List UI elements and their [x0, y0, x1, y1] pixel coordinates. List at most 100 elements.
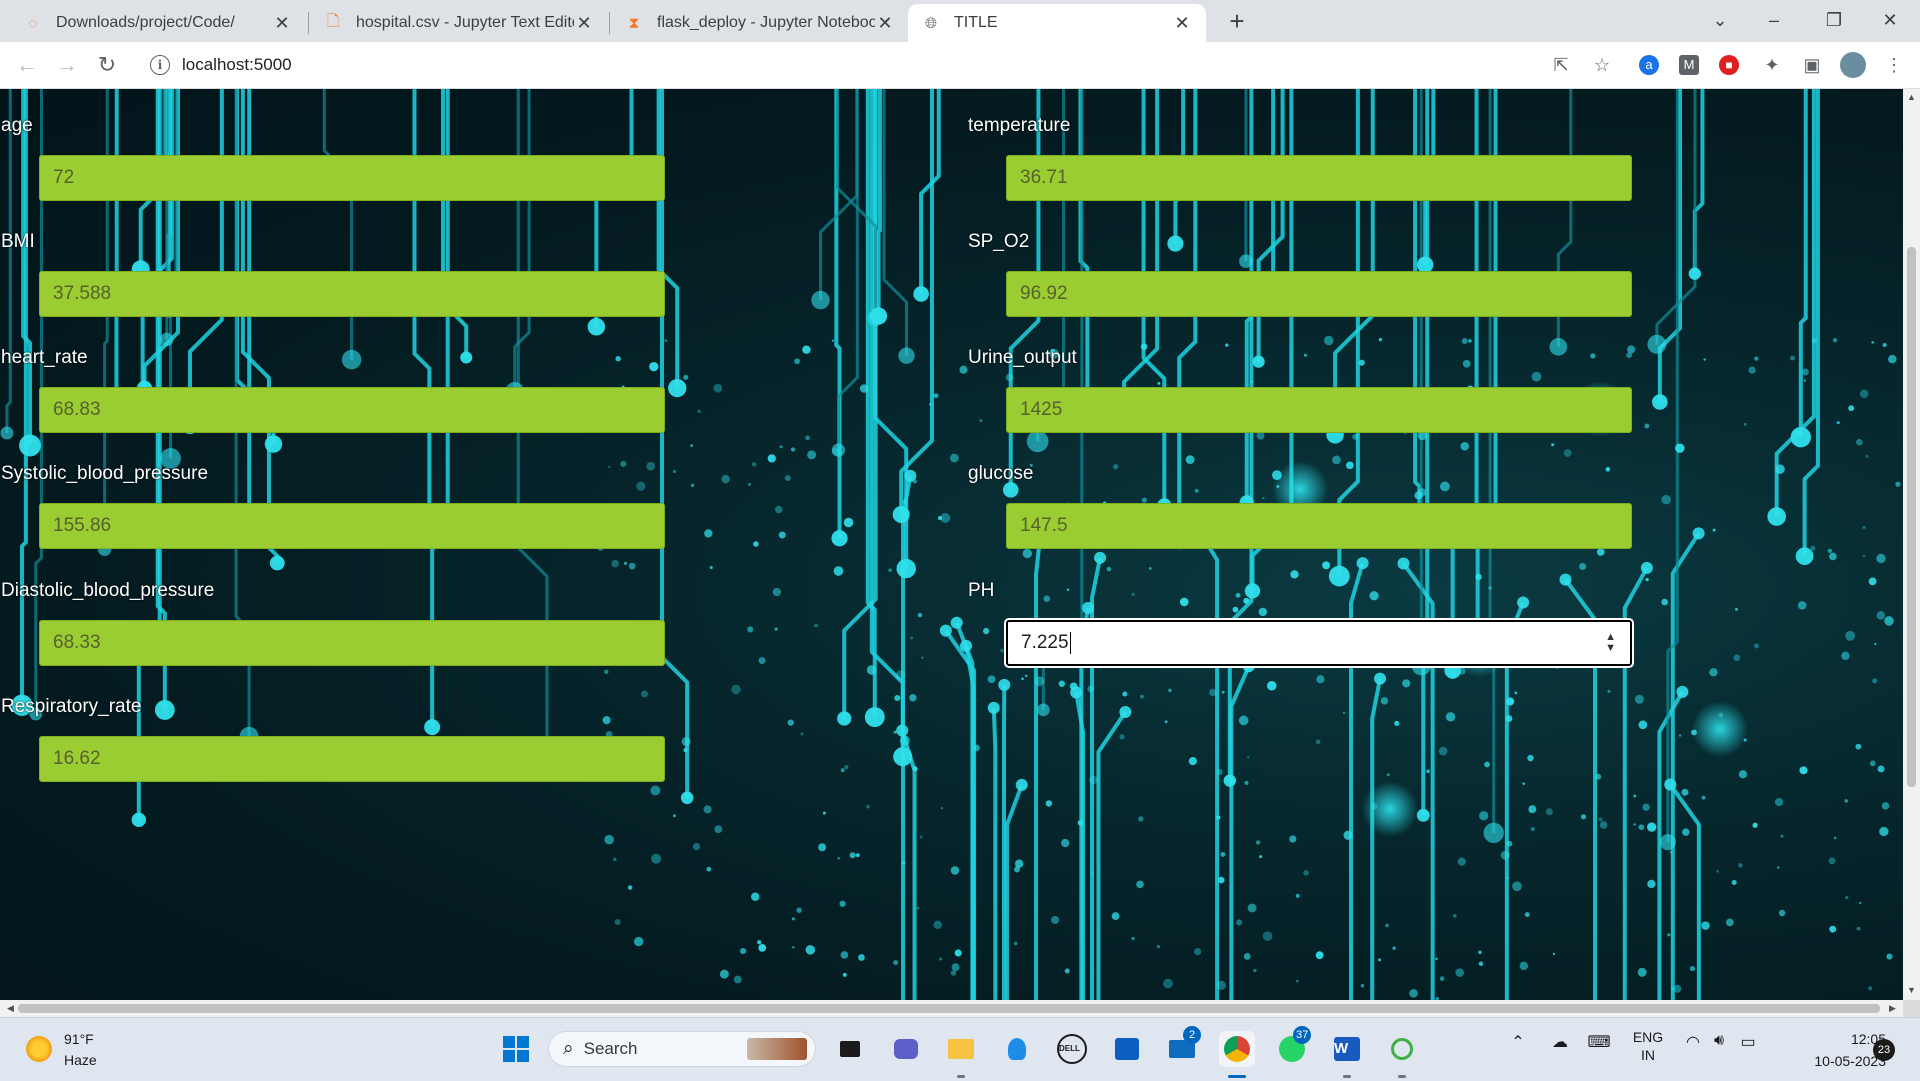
active-app-indicator — [1228, 1075, 1246, 1078]
bmi-label: BMI — [1, 231, 35, 252]
heart-rate-input[interactable]: 68.83 — [39, 387, 665, 433]
extension-mail-icon[interactable]: M — [1679, 55, 1699, 75]
back-button[interactable]: ← — [12, 50, 42, 80]
glucose-label: glucose — [968, 463, 1034, 484]
temperature-input[interactable]: 36.71 — [1006, 155, 1632, 201]
profile-avatar[interactable] — [1840, 52, 1866, 78]
language-line2: IN — [1641, 1047, 1655, 1063]
keyboard-icon[interactable]: ⌨ — [1586, 1032, 1612, 1052]
vertical-scrollbar[interactable]: ▲ ▼ — [1903, 89, 1920, 1000]
scroll-up-arrow-icon[interactable]: ▲ — [1903, 92, 1920, 102]
task-view-icon[interactable] — [832, 1031, 868, 1067]
extensions-puzzle-icon[interactable]: ✦ — [1760, 53, 1784, 77]
age-input[interactable]: 72 — [39, 155, 665, 201]
tab-search-chevron-icon[interactable]: ⌄ — [1696, 0, 1744, 40]
search-placeholder: Search — [583, 1039, 638, 1058]
respiratory-rate-input[interactable]: 16.62 — [39, 736, 665, 782]
tab-downloads[interactable]: ◌ Downloads/project/Code/ ✕ — [10, 4, 306, 42]
notification-count-badge[interactable]: 23 — [1873, 1039, 1895, 1061]
start-button[interactable] — [498, 1031, 534, 1067]
share-icon[interactable]: ⇱ — [1549, 53, 1573, 77]
file-explorer-icon[interactable] — [943, 1031, 979, 1067]
language-indicator[interactable]: ENG IN — [1630, 1028, 1666, 1064]
side-panel-icon[interactable]: ▣ — [1800, 53, 1824, 77]
horizontal-scrollbar[interactable]: ◀ ▶ — [0, 1000, 1903, 1017]
scroll-right-arrow-icon[interactable]: ▶ — [1884, 1000, 1901, 1017]
reload-button[interactable]: ↻ — [92, 50, 122, 80]
tab-flask-deploy[interactable]: ⧗ flask_deploy - Jupyter Notebook ✕ — [611, 4, 909, 42]
app-running-indicator — [957, 1075, 965, 1078]
systolic-bp-input[interactable]: 155.86 — [39, 503, 665, 549]
windows-taskbar: 91°F Haze ⌕ Search DELL 2 37 W ⌃ ☁ ⌨ ENG… — [0, 1017, 1920, 1081]
respiratory-rate-label: Respiratory_rate — [1, 696, 142, 717]
tab-label: Downloads/project/Code/ — [56, 14, 235, 31]
urine-output-input[interactable]: 1425 — [1006, 387, 1632, 433]
app-running-indicator — [1343, 1075, 1351, 1078]
extension-shield-icon[interactable]: ■ — [1719, 55, 1739, 75]
search-highlight-image — [747, 1038, 807, 1060]
hourglass-icon: ⧗ — [628, 14, 640, 32]
tips-lightbulb-icon[interactable] — [999, 1031, 1035, 1067]
address-bar[interactable]: i localhost:5000 — [138, 47, 1648, 83]
volume-icon[interactable]: 🔊︎ — [1708, 1032, 1730, 1050]
new-tab-button[interactable]: + — [1222, 6, 1252, 36]
document-icon: 🗋 — [326, 12, 340, 30]
scroll-left-arrow-icon[interactable]: ◀ — [2, 1000, 19, 1017]
sp-o2-input[interactable]: 96.92 — [1006, 271, 1632, 317]
browser-menu-icon[interactable]: ⋮ — [1882, 53, 1906, 77]
tab-label: hospital.csv - Jupyter Text Editor — [356, 14, 574, 31]
extension-a-icon[interactable]: a — [1639, 55, 1659, 75]
forward-button[interactable]: → — [52, 50, 82, 80]
clock-date[interactable]: 10-05-2023 — [1782, 1053, 1886, 1069]
systolic-bp-label: Systolic_blood_pressure — [1, 463, 209, 484]
language-line1: ENG — [1632, 1029, 1664, 1045]
weather-temperature[interactable]: 91°F — [64, 1031, 94, 1047]
age-label: age — [1, 115, 33, 136]
temperature-label: temperature — [968, 115, 1071, 136]
tab-hospital-csv[interactable]: 🗋 hospital.csv - Jupyter Text Editor ✕ — [310, 4, 608, 42]
minimize-button[interactable]: – — [1750, 0, 1798, 40]
onedrive-cloud-icon[interactable]: ☁ — [1547, 1032, 1573, 1052]
glucose-input[interactable]: 147.5 — [1006, 503, 1632, 549]
vertical-scroll-thumb[interactable] — [1907, 247, 1916, 787]
close-tab-icon[interactable]: ✕ — [574, 13, 594, 34]
windows-logo-icon — [503, 1036, 529, 1062]
app-running-indicator — [1398, 1075, 1406, 1078]
scroll-down-arrow-icon[interactable]: ▼ — [1903, 985, 1920, 995]
weather-haze-icon[interactable] — [26, 1036, 52, 1062]
dell-icon[interactable]: DELL — [1054, 1031, 1090, 1067]
jupyter-app-icon[interactable] — [1384, 1031, 1420, 1067]
taskbar-search[interactable]: ⌕ Search — [548, 1031, 816, 1067]
teams-chat-icon[interactable] — [888, 1031, 924, 1067]
search-icon: ⌕ — [563, 1038, 574, 1059]
weather-condition[interactable]: Haze — [64, 1052, 97, 1068]
tab-divider — [308, 12, 309, 34]
tab-strip: ◌ Downloads/project/Code/ ✕ 🗋 hospital.c… — [0, 0, 1920, 42]
tab-title[interactable]: 🌐︎ TITLE ✕ — [908, 4, 1206, 42]
diastolic-bp-label: Diastolic_blood_pressure — [1, 580, 215, 601]
word-icon[interactable]: W — [1329, 1031, 1365, 1067]
ph-input[interactable]: 7.225 ▲ ▼ — [1006, 620, 1632, 666]
restore-button[interactable]: ❐ — [1810, 0, 1858, 40]
wifi-icon[interactable]: ◠ — [1682, 1032, 1704, 1052]
battery-icon[interactable]: ▭ — [1736, 1032, 1760, 1052]
show-hidden-icons-chevron-icon[interactable]: ⌃ — [1508, 1032, 1528, 1052]
horizontal-scroll-thumb[interactable] — [18, 1004, 1880, 1013]
text-caret — [1069, 632, 1071, 654]
chrome-icon[interactable] — [1219, 1031, 1255, 1067]
close-window-button[interactable]: ✕ — [1866, 0, 1914, 40]
close-tab-icon[interactable]: ✕ — [272, 13, 292, 34]
close-tab-icon[interactable]: ✕ — [875, 13, 895, 34]
close-tab-icon[interactable]: ✕ — [1172, 13, 1192, 34]
sp-o2-label: SP_O2 — [968, 231, 1030, 252]
jupyter-spinner-icon: ◌ — [28, 14, 38, 32]
microsoft-store-icon[interactable] — [1109, 1031, 1145, 1067]
number-spinner[interactable]: ▲ ▼ — [1605, 632, 1616, 654]
bookmark-star-icon[interactable]: ☆ — [1590, 53, 1614, 77]
bmi-input[interactable]: 37.588 — [39, 271, 665, 317]
page-viewport: age 72 BMI 37.588 heart_rate 68.83 Systo… — [0, 89, 1903, 1000]
tab-label: flask_deploy - Jupyter Notebook — [657, 14, 875, 31]
diastolic-bp-input[interactable]: 68.33 — [39, 620, 665, 666]
ph-input-value: 7.225 — [1021, 632, 1069, 653]
site-info-icon[interactable]: i — [150, 55, 170, 75]
